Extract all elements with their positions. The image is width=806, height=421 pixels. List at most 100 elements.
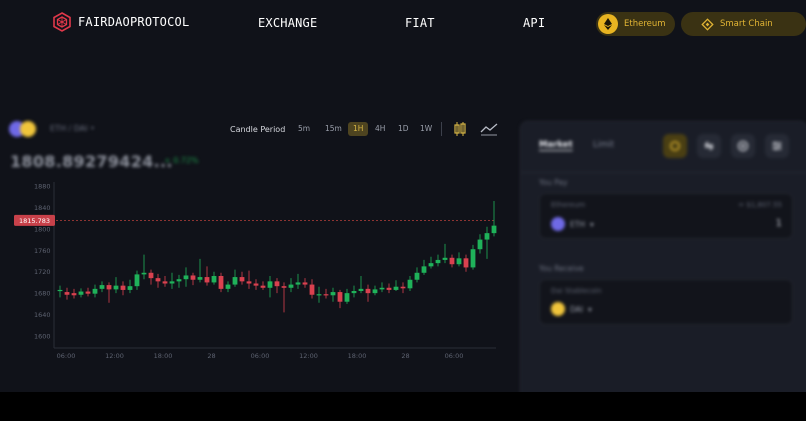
candle-body bbox=[148, 272, 154, 279]
candle-body bbox=[260, 285, 266, 288]
brand-logo[interactable]: FAIRDAOPROTOCOL bbox=[52, 12, 189, 32]
current-price-badge-label: 1815.783 bbox=[19, 217, 50, 225]
pay-label: You Pay bbox=[539, 178, 568, 187]
panel-divider bbox=[521, 172, 806, 173]
candle-body bbox=[302, 282, 308, 285]
receive-token-symbol: DAI bbox=[570, 304, 583, 314]
y-tick-label: 1680 bbox=[34, 290, 51, 298]
x-tick-label: 28 bbox=[207, 352, 215, 360]
candle-body bbox=[211, 276, 217, 283]
candle-body bbox=[386, 287, 392, 290]
candle-body bbox=[484, 233, 490, 240]
candle-body bbox=[169, 281, 175, 284]
candle-body bbox=[477, 239, 483, 250]
candle-body bbox=[232, 277, 238, 285]
candle-body bbox=[57, 289, 63, 292]
candle-body bbox=[456, 258, 462, 265]
candle-body bbox=[197, 277, 203, 280]
x-tick-label: 28 bbox=[401, 352, 409, 360]
trade-panel: Market Limit You Pay Ethereum = $1,807.5… bbox=[520, 121, 806, 413]
candle-body bbox=[204, 277, 210, 283]
candle-body bbox=[239, 277, 245, 282]
bottom-bar bbox=[0, 392, 806, 421]
period-5m[interactable]: 5m bbox=[293, 122, 315, 136]
candle-body bbox=[267, 281, 273, 288]
x-tick-label: 18:00 bbox=[154, 352, 173, 360]
swap-button[interactable] bbox=[697, 134, 721, 158]
period-15m[interactable]: 15m bbox=[320, 122, 347, 136]
circle-icon bbox=[670, 141, 680, 151]
chevron-down-icon: ▾ bbox=[589, 219, 594, 229]
candle-body bbox=[344, 293, 350, 302]
candle-body bbox=[190, 275, 196, 280]
current-price: 1808.89279424... bbox=[10, 152, 173, 171]
pay-balance: = $1,807.55 bbox=[738, 201, 782, 209]
price-chart[interactable]: 1600 1640 1680 1720 1760 1800 1840 1880 06:00 12:… bbox=[0, 175, 510, 375]
dai-token-icon bbox=[551, 302, 565, 316]
candlestick-chart-icon[interactable] bbox=[452, 120, 468, 138]
y-tick-label: 1800 bbox=[34, 225, 51, 233]
receive-label: You Receive bbox=[539, 264, 584, 273]
candle-body bbox=[99, 285, 105, 289]
candle-period-label: Candle Period bbox=[230, 125, 286, 134]
candle-body bbox=[449, 257, 455, 265]
candle-body bbox=[421, 266, 427, 273]
chevron-down-icon: ▾ bbox=[588, 304, 592, 314]
pair-selector[interactable]: ETH / DAI • bbox=[50, 124, 95, 133]
network-ethereum-button[interactable]: Ethereum bbox=[596, 12, 675, 36]
hexagon-logo-icon bbox=[53, 12, 71, 32]
settings-circle-button[interactable] bbox=[663, 134, 687, 158]
y-tick-label: 1640 bbox=[34, 311, 51, 319]
y-tick-label: 1880 bbox=[34, 183, 51, 191]
x-tick-label: 06:00 bbox=[57, 352, 76, 360]
candle-body bbox=[127, 286, 133, 290]
candle-body bbox=[141, 272, 147, 275]
candle-body bbox=[463, 258, 469, 268]
candle-body bbox=[183, 275, 189, 280]
toolbar-divider bbox=[441, 122, 442, 136]
candle-body bbox=[316, 294, 322, 296]
pay-amount-input[interactable]: 1 bbox=[776, 218, 782, 229]
candle-body bbox=[288, 284, 294, 288]
candle-body bbox=[253, 283, 259, 286]
period-1d[interactable]: 1D bbox=[393, 122, 414, 136]
candle-body bbox=[120, 285, 126, 290]
receive-token-select[interactable]: DAI ▾ bbox=[551, 302, 592, 316]
candle-body bbox=[372, 289, 378, 294]
tab-limit[interactable]: Limit bbox=[593, 140, 614, 150]
candle-body bbox=[155, 278, 161, 282]
candle-body bbox=[414, 272, 420, 280]
candle-body bbox=[71, 293, 77, 296]
period-1w[interactable]: 1W bbox=[415, 122, 437, 136]
candle-body bbox=[113, 285, 119, 290]
candle-body bbox=[225, 284, 231, 289]
filters-button[interactable] bbox=[765, 134, 789, 158]
candle-body bbox=[295, 282, 301, 285]
brand-name: FAIRDAOPROTOCOL bbox=[78, 15, 190, 29]
candle-body bbox=[218, 276, 224, 289]
y-tick-label: 1720 bbox=[34, 268, 51, 276]
nav-exchange[interactable]: EXCHANGE bbox=[258, 16, 317, 30]
add-button[interactable] bbox=[731, 134, 755, 158]
candle-body bbox=[351, 291, 357, 294]
pay-box: Ethereum = $1,807.55 ETH ▾ 1 bbox=[539, 193, 793, 239]
nav-fiat[interactable]: FIAT bbox=[405, 16, 435, 30]
nav-api[interactable]: API bbox=[523, 16, 545, 30]
candle-body bbox=[330, 292, 336, 296]
candle-body bbox=[400, 286, 406, 289]
x-tick-label: 12:00 bbox=[105, 352, 124, 360]
network-smart-chain-label: Smart Chain bbox=[720, 19, 773, 29]
line-chart-icon[interactable] bbox=[480, 120, 498, 138]
period-1h[interactable]: 1H bbox=[348, 122, 369, 136]
dai-token-icon bbox=[20, 121, 36, 137]
bnb-icon bbox=[701, 17, 714, 31]
candle-body bbox=[64, 292, 70, 295]
sliders-icon bbox=[772, 141, 782, 151]
network-smart-chain-button[interactable]: Smart Chain bbox=[681, 12, 806, 36]
pay-token-select[interactable]: ETH ▾ bbox=[551, 217, 594, 231]
tab-market[interactable]: Market bbox=[539, 140, 573, 150]
receive-box: Dai Stablecoin DAI ▾ bbox=[539, 279, 793, 325]
candle-body bbox=[162, 281, 168, 284]
x-tick-label: 18:00 bbox=[348, 352, 367, 360]
period-4h[interactable]: 4H bbox=[370, 122, 390, 136]
